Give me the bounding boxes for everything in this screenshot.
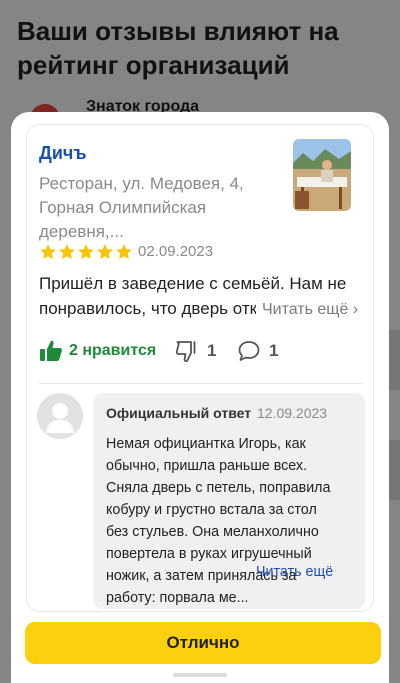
- excellent-button[interactable]: Отлично: [25, 622, 381, 664]
- review-read-more-link[interactable]: Читать ещё ›: [256, 297, 359, 322]
- user-placeholder-icon: [46, 403, 74, 433]
- official-reply: Официальный ответ 12.09.2023 Немая офици…: [93, 393, 365, 609]
- comment-button[interactable]: 1: [237, 339, 278, 363]
- official-reply-read-more-link[interactable]: Читать ещё: [256, 561, 333, 583]
- like-count-label: 2 нравится: [69, 342, 157, 359]
- dislike-count: 1: [207, 341, 217, 360]
- star-icon: [116, 244, 132, 259]
- review-modal: Дичъ Ресторан, ул. Медовея, 4, Горная Ол…: [11, 112, 389, 683]
- star-icon: [40, 244, 56, 259]
- like-button[interactable]: 2 нравится: [39, 339, 156, 363]
- official-reply-title: Официальный ответ: [106, 405, 252, 421]
- organization-avatar: [37, 393, 83, 439]
- organization-address: Ресторан, ул. Медовея, 4, Горная Олимпий…: [39, 174, 244, 241]
- star-icon: [59, 244, 75, 259]
- organization-name[interactable]: Дичъ: [39, 143, 86, 164]
- star-icon: [78, 244, 94, 259]
- organization-photo[interactable]: [293, 139, 351, 211]
- divider: [39, 383, 363, 384]
- thumbs-down-icon: [175, 341, 196, 363]
- review-reactions: 2 нравится 1 1: [39, 339, 369, 365]
- dislike-button[interactable]: 1: [175, 339, 216, 363]
- restaurant-photo-image: [293, 139, 351, 211]
- star-icon: [97, 244, 113, 259]
- sheet-handle: [173, 673, 227, 677]
- review-rating-stars: [39, 243, 133, 261]
- official-reply-date: 12.09.2023: [257, 405, 328, 421]
- comment-icon: [238, 341, 260, 361]
- thumbs-up-icon: [40, 340, 62, 361]
- review-card: Дичъ Ресторан, ул. Медовея, 4, Горная Ол…: [26, 124, 374, 612]
- review-date: 02.09.2023: [138, 243, 214, 260]
- comment-count: 1: [269, 341, 279, 360]
